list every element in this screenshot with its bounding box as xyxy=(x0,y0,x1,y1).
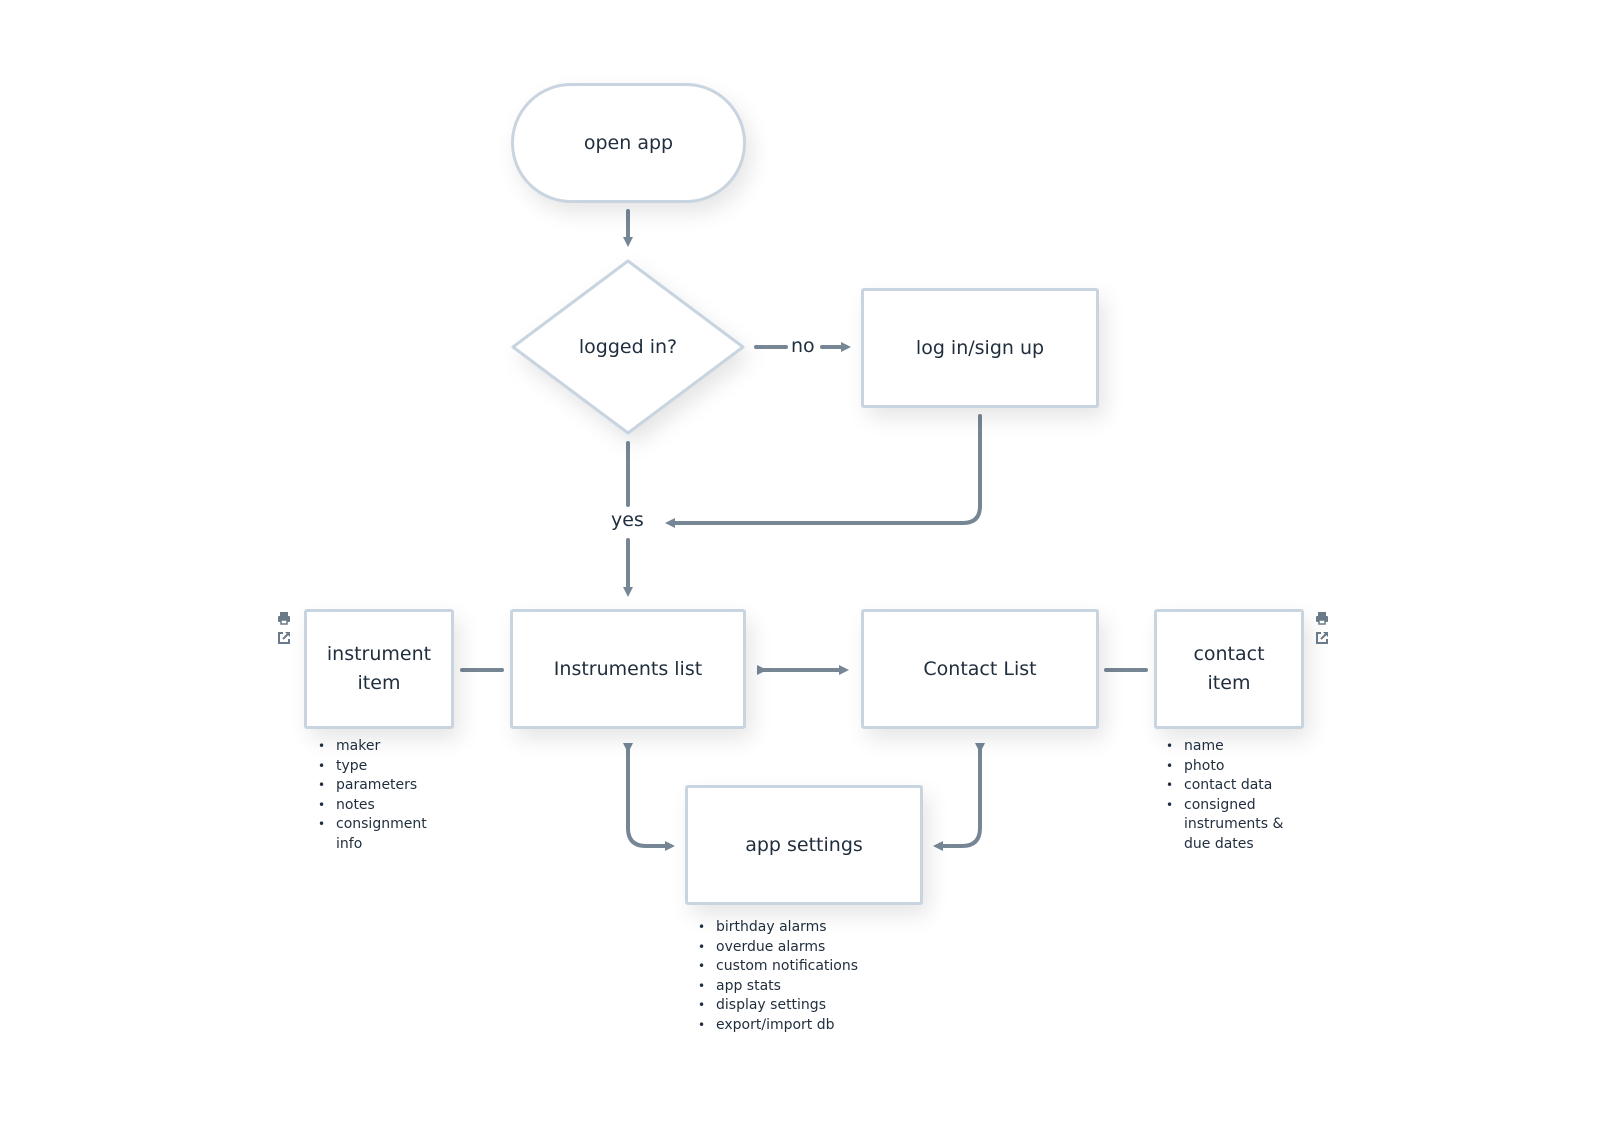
node-logged-in-label: logged in? xyxy=(578,336,678,358)
notes-app-settings: birthday alarms overdue alarms custom no… xyxy=(698,918,898,1035)
node-contact-item[interactable]: contact item xyxy=(1154,609,1304,729)
notes-contact-item: name photo contact data consigned instru… xyxy=(1166,737,1301,854)
edge-label-yes: yes xyxy=(611,509,644,531)
note-item: display settings xyxy=(698,996,898,1016)
edge-clist-settings xyxy=(933,743,985,851)
external-link-icon[interactable] xyxy=(276,630,292,646)
note-item: overdue alarms xyxy=(698,938,898,958)
edge-ilist-settings xyxy=(623,743,675,851)
node-instruments-list-label: Instruments list xyxy=(553,657,703,680)
node-login-signup[interactable]: log in/sign up xyxy=(861,288,1099,408)
node-instrument-item-label-2: item xyxy=(357,672,401,694)
note-item: type xyxy=(318,757,438,777)
external-link-icon[interactable] xyxy=(1314,630,1330,646)
node-app-settings[interactable]: app settings xyxy=(685,785,923,905)
node-app-settings-label: app settings xyxy=(745,833,863,856)
note-item: consigned instruments & due dates xyxy=(1166,796,1301,855)
node-instruments-list[interactable]: Instruments list xyxy=(510,609,746,729)
note-item: maker xyxy=(318,737,438,757)
node-instrument-item[interactable]: instrument item xyxy=(304,609,454,729)
node-open-app[interactable]: open app xyxy=(511,83,746,203)
node-contact-list-label: Contact List xyxy=(923,657,1037,680)
note-item: birthday alarms xyxy=(698,918,898,938)
note-item: app stats xyxy=(698,977,898,997)
note-item: consignment info xyxy=(318,815,438,854)
note-item: notes xyxy=(318,796,438,816)
note-item: parameters xyxy=(318,776,438,796)
node-contact-item-label-2: item xyxy=(1207,672,1251,694)
print-icon[interactable] xyxy=(276,610,292,626)
note-item: name xyxy=(1166,737,1301,757)
node-open-app-label: open app xyxy=(583,131,674,154)
note-item: contact data xyxy=(1166,776,1301,796)
note-item: export/import db xyxy=(698,1016,898,1036)
node-instrument-item-label-1: instrument xyxy=(326,643,432,665)
note-item: photo xyxy=(1166,757,1301,777)
node-logged-in[interactable]: logged in? xyxy=(510,258,746,436)
node-contact-item-label-1: contact xyxy=(1193,643,1265,665)
edge-label-no: no xyxy=(791,335,815,357)
notes-instrument-item: maker type parameters notes consignment … xyxy=(318,737,438,854)
print-icon[interactable] xyxy=(1314,610,1330,626)
node-contact-list[interactable]: Contact List xyxy=(861,609,1099,729)
node-login-signup-label: log in/sign up xyxy=(915,336,1045,359)
note-item: custom notifications xyxy=(698,957,898,977)
